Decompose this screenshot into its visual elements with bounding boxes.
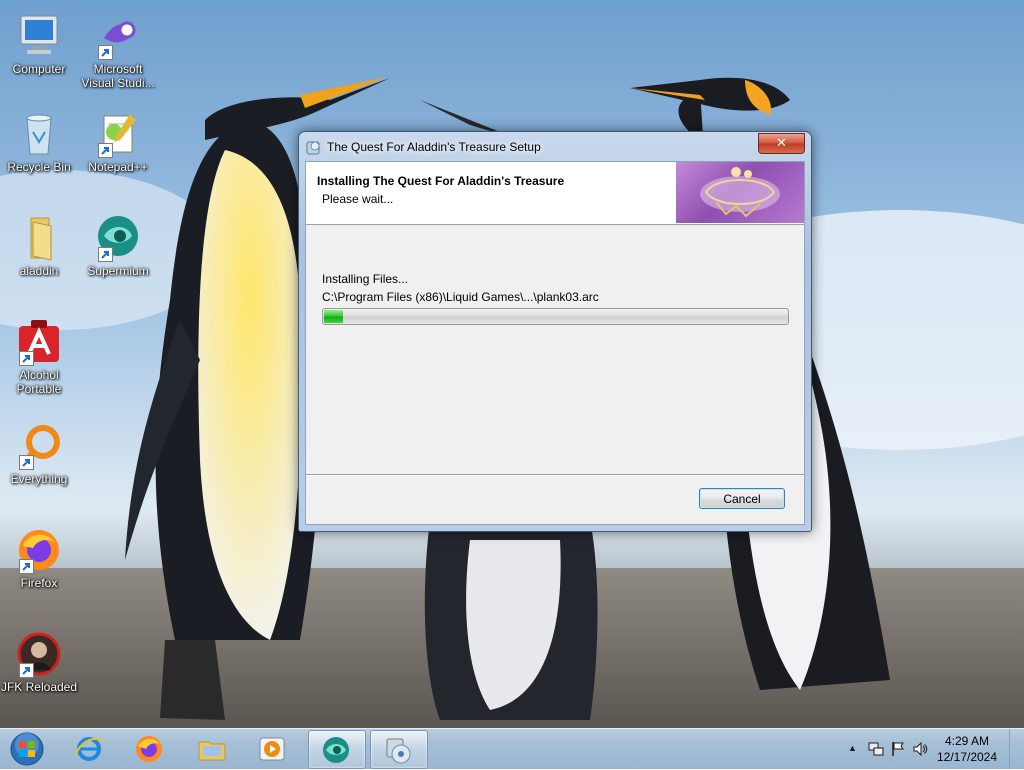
installer-client-area: Installing The Quest For Aladdin's Treas… xyxy=(305,161,805,525)
close-button[interactable]: ✕ xyxy=(758,133,805,154)
window-title: The Quest For Aladdin's Treasure Setup xyxy=(327,140,541,154)
everything-icon xyxy=(15,422,63,470)
desktop-icon-label: Notepad++ xyxy=(88,160,148,174)
shortcut-arrow-icon xyxy=(98,45,113,60)
firefox-icon xyxy=(15,526,63,574)
status-text: Installing Files... xyxy=(322,272,409,286)
firefox-icon xyxy=(136,736,162,762)
desktop-icon-label: Recycle Bin xyxy=(7,160,71,174)
network-icon[interactable] xyxy=(868,741,884,757)
notepadpp-icon xyxy=(94,110,142,158)
taskbar-internet-explorer[interactable] xyxy=(62,730,118,767)
system-tray: ▲ 4:29 AM 12/17/2024 xyxy=(834,729,1024,769)
shortcut-arrow-icon xyxy=(19,455,34,470)
volume-icon[interactable] xyxy=(912,741,928,757)
clock-date[interactable]: 12/17/2024 xyxy=(932,750,1002,764)
desktop-icon-label: Supermium xyxy=(87,264,149,278)
clock-time[interactable]: 4:29 AM xyxy=(932,734,1002,748)
folder-icon xyxy=(15,214,63,262)
desktop-icon-everything[interactable]: Everything xyxy=(0,422,79,486)
installer-header: Installing The Quest For Aladdin's Treas… xyxy=(306,162,804,225)
windows-start-orb xyxy=(10,732,44,766)
visual-studio-icon xyxy=(94,12,142,60)
computer-icon xyxy=(15,12,63,60)
header-subtitle: Please wait... xyxy=(322,192,394,206)
internet-explorer-icon xyxy=(75,737,103,761)
desktop-icon-label: aladdin xyxy=(19,264,59,278)
taskbar-supermium[interactable] xyxy=(308,730,366,769)
desktop-icon-firefox[interactable]: Firefox xyxy=(0,526,79,590)
desktop-icon-notepadpp[interactable]: Notepad++ xyxy=(78,110,158,174)
header-title: Installing The Quest For Aladdin's Treas… xyxy=(317,174,565,188)
recycle-bin-icon xyxy=(15,110,63,158)
taskbar: ▲ 4:29 AM 12/17/2024 xyxy=(0,728,1024,769)
desktop-icon-label: Computer xyxy=(12,62,66,76)
desktop-icon-label: Microsoft Visual Studi... xyxy=(81,62,155,90)
desktop-icon-label: JFK Reloaded xyxy=(0,680,78,694)
desktop-icon-supermium[interactable]: Supermium xyxy=(78,214,158,278)
desktop-icon-recycle-bin[interactable]: Recycle Bin xyxy=(0,110,79,174)
supermium-icon xyxy=(323,737,349,763)
current-file-path: C:\Program Files (x86)\Liquid Games\...\… xyxy=(322,290,599,304)
cancel-label: Cancel xyxy=(723,492,761,506)
jfk-reloaded-icon xyxy=(15,630,63,678)
desktop-icon-label: Firefox xyxy=(20,576,58,590)
folder-icon xyxy=(198,741,226,761)
show-hidden-icons-chevron[interactable]: ▲ xyxy=(848,743,864,759)
footer-divider xyxy=(306,474,804,476)
desktop-icon-alcohol-portable[interactable]: Alcohol Portable xyxy=(0,318,79,396)
supermium-icon xyxy=(94,214,142,262)
action-center-flag-icon[interactable] xyxy=(890,741,906,757)
progress-fill xyxy=(324,310,343,323)
start-button[interactable] xyxy=(4,731,50,767)
shortcut-arrow-icon xyxy=(19,559,34,574)
desktop-icon-label: Alcohol Portable xyxy=(16,368,62,396)
setup-app-icon xyxy=(306,139,322,155)
setup-disc-icon xyxy=(386,738,411,764)
desktop-icon-computer[interactable]: Computer xyxy=(0,12,79,76)
shortcut-arrow-icon xyxy=(98,143,113,158)
cancel-button[interactable]: Cancel xyxy=(699,488,785,509)
taskbar-installer[interactable] xyxy=(370,730,428,769)
taskbar-file-explorer[interactable] xyxy=(185,730,241,767)
desktop-icon-visual-studio[interactable]: Microsoft Visual Studi... xyxy=(78,12,158,90)
shortcut-arrow-icon xyxy=(19,663,34,678)
desktop-icon-jfk-reloaded[interactable]: JFK Reloaded xyxy=(0,630,79,694)
media-player-icon xyxy=(259,737,285,761)
taskbar-media-player[interactable] xyxy=(245,730,301,767)
shortcut-arrow-icon xyxy=(98,247,113,262)
install-progress-bar xyxy=(322,308,789,325)
show-desktop-button[interactable] xyxy=(1009,729,1024,769)
desktop-icon-label: Everything xyxy=(10,472,68,486)
installer-window[interactable]: The Quest For Aladdin's Treasure Setup ✕… xyxy=(298,131,812,532)
shortcut-arrow-icon xyxy=(19,351,34,366)
alcohol-icon xyxy=(15,318,63,366)
desktop-icon-aladdin-folder[interactable]: aladdin xyxy=(0,214,79,278)
taskbar-firefox[interactable] xyxy=(122,730,178,767)
aladdin-logo xyxy=(676,162,804,223)
